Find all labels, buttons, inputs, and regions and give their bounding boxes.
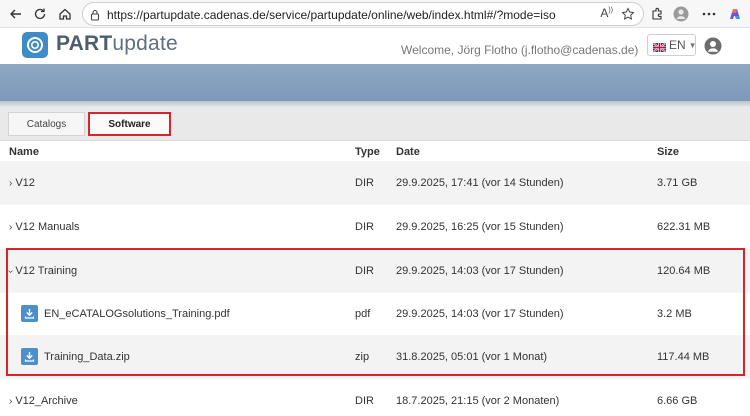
- chevron-right-icon: ›: [9, 178, 13, 189]
- refresh-icon[interactable]: [30, 4, 50, 24]
- table-row[interactable]: › V12_Archive DIR 18.7.2025, 21:15 (vor 2…: [0, 379, 750, 416]
- row-date: 29.9.2025, 17:41 (vor 14 Stunden): [396, 177, 564, 189]
- browser-toolbar: https://partupdate.cadenas.de/service/pa…: [0, 0, 750, 28]
- column-header-type[interactable]: Type: [355, 146, 380, 158]
- download-icon[interactable]: [21, 305, 38, 322]
- tab-software[interactable]: Software: [88, 112, 171, 136]
- table-row[interactable]: Training_Data.zip zip 31.8.2025, 05:01 (…: [0, 335, 750, 379]
- row-type: zip: [355, 351, 370, 363]
- brand-title: PARTupdate: [56, 32, 178, 55]
- favorite-star-icon[interactable]: [621, 7, 635, 26]
- tab-bar: Catalogs Software: [0, 107, 750, 141]
- row-name[interactable]: EN_eCATALOGsolutions_Training.pdf: [44, 308, 230, 320]
- row-date: 31.8.2025, 05:01 (vor 1 Monat): [396, 351, 548, 363]
- row-date: 29.9.2025, 14:03 (vor 17 Stunden): [396, 308, 564, 320]
- table-row[interactable]: › V12 Manuals DIR 29.9.2025, 16:25 (vor 1…: [0, 205, 750, 249]
- row-type: DIR: [355, 395, 374, 407]
- language-selector[interactable]: EN ▼: [647, 34, 697, 56]
- row-size: 6.66 GB: [657, 395, 698, 407]
- row-size: 117.44 MB: [657, 351, 710, 363]
- row-size: 120.64 MB: [657, 265, 711, 277]
- row-name[interactable]: › V12 Manuals: [9, 221, 80, 233]
- row-name[interactable]: Training_Data.zip: [44, 351, 130, 363]
- row-name[interactable]: › V12: [9, 177, 35, 189]
- chevron-down-icon: ›: [5, 269, 17, 274]
- row-name[interactable]: › V12_Archive: [9, 395, 78, 407]
- url-text[interactable]: https://partupdate.cadenas.de/service/pa…: [107, 8, 556, 22]
- address-bar[interactable]: https://partupdate.cadenas.de/service/pa…: [82, 2, 644, 26]
- row-type: DIR: [355, 221, 374, 233]
- row-size: 3.71 GB: [657, 177, 698, 189]
- table-row[interactable]: EN_eCATALOGsolutions_Training.pdf pdf 29…: [0, 292, 750, 336]
- uk-flag-icon: [652, 41, 667, 53]
- user-avatar-icon[interactable]: [704, 37, 722, 55]
- welcome-text: Welcome, Jörg Flotho (j.flotho@cadenas.d…: [401, 43, 639, 57]
- profile-icon[interactable]: [671, 4, 691, 24]
- row-type: DIR: [355, 265, 374, 277]
- table-header: Name Type Date Size: [0, 146, 750, 162]
- table-row[interactable]: › V12 DIR 29.9.2025, 17:41 (vor 14 Stunde…: [0, 161, 750, 205]
- read-aloud-icon[interactable]: A)): [600, 6, 613, 20]
- column-header-name[interactable]: Name: [9, 146, 39, 158]
- column-header-size[interactable]: Size: [657, 146, 679, 158]
- tab-catalogs[interactable]: Catalogs: [8, 112, 85, 136]
- app-header: PARTupdate Welcome, Jörg Flotho (j.floth…: [0, 28, 750, 64]
- caret-down-icon: ▼: [688, 40, 697, 50]
- column-header-date[interactable]: Date: [396, 146, 420, 158]
- header-banner: [0, 64, 750, 101]
- back-icon[interactable]: [6, 4, 26, 24]
- row-name[interactable]: ›V12 Training: [5, 265, 77, 277]
- row-date: 29.9.2025, 16:25 (vor 15 Stunden): [396, 221, 564, 233]
- download-icon[interactable]: [21, 348, 38, 365]
- partupdate-logo-icon: [22, 32, 48, 58]
- chevron-right-icon: ›: [9, 396, 13, 407]
- lock-icon[interactable]: [89, 8, 101, 26]
- row-date: 29.9.2025, 14:03 (vor 17 Stunden): [396, 265, 564, 277]
- row-date: 18.7.2025, 21:15 (vor 2 Monaten): [396, 395, 560, 407]
- row-type: pdf: [355, 308, 371, 320]
- language-label: EN: [669, 38, 686, 52]
- row-type: DIR: [355, 177, 374, 189]
- row-size: 622.31 MB: [657, 221, 711, 233]
- menu-dots-icon[interactable]: [699, 4, 719, 24]
- chevron-right-icon: ›: [9, 222, 13, 233]
- extensions-icon[interactable]: [647, 4, 667, 24]
- table-row[interactable]: ›V12 Training DIR 29.9.2025, 14:03 (vor …: [0, 249, 750, 293]
- copilot-icon[interactable]: [725, 4, 745, 24]
- row-size: 3.2 MB: [657, 308, 692, 320]
- home-icon[interactable]: [55, 4, 75, 24]
